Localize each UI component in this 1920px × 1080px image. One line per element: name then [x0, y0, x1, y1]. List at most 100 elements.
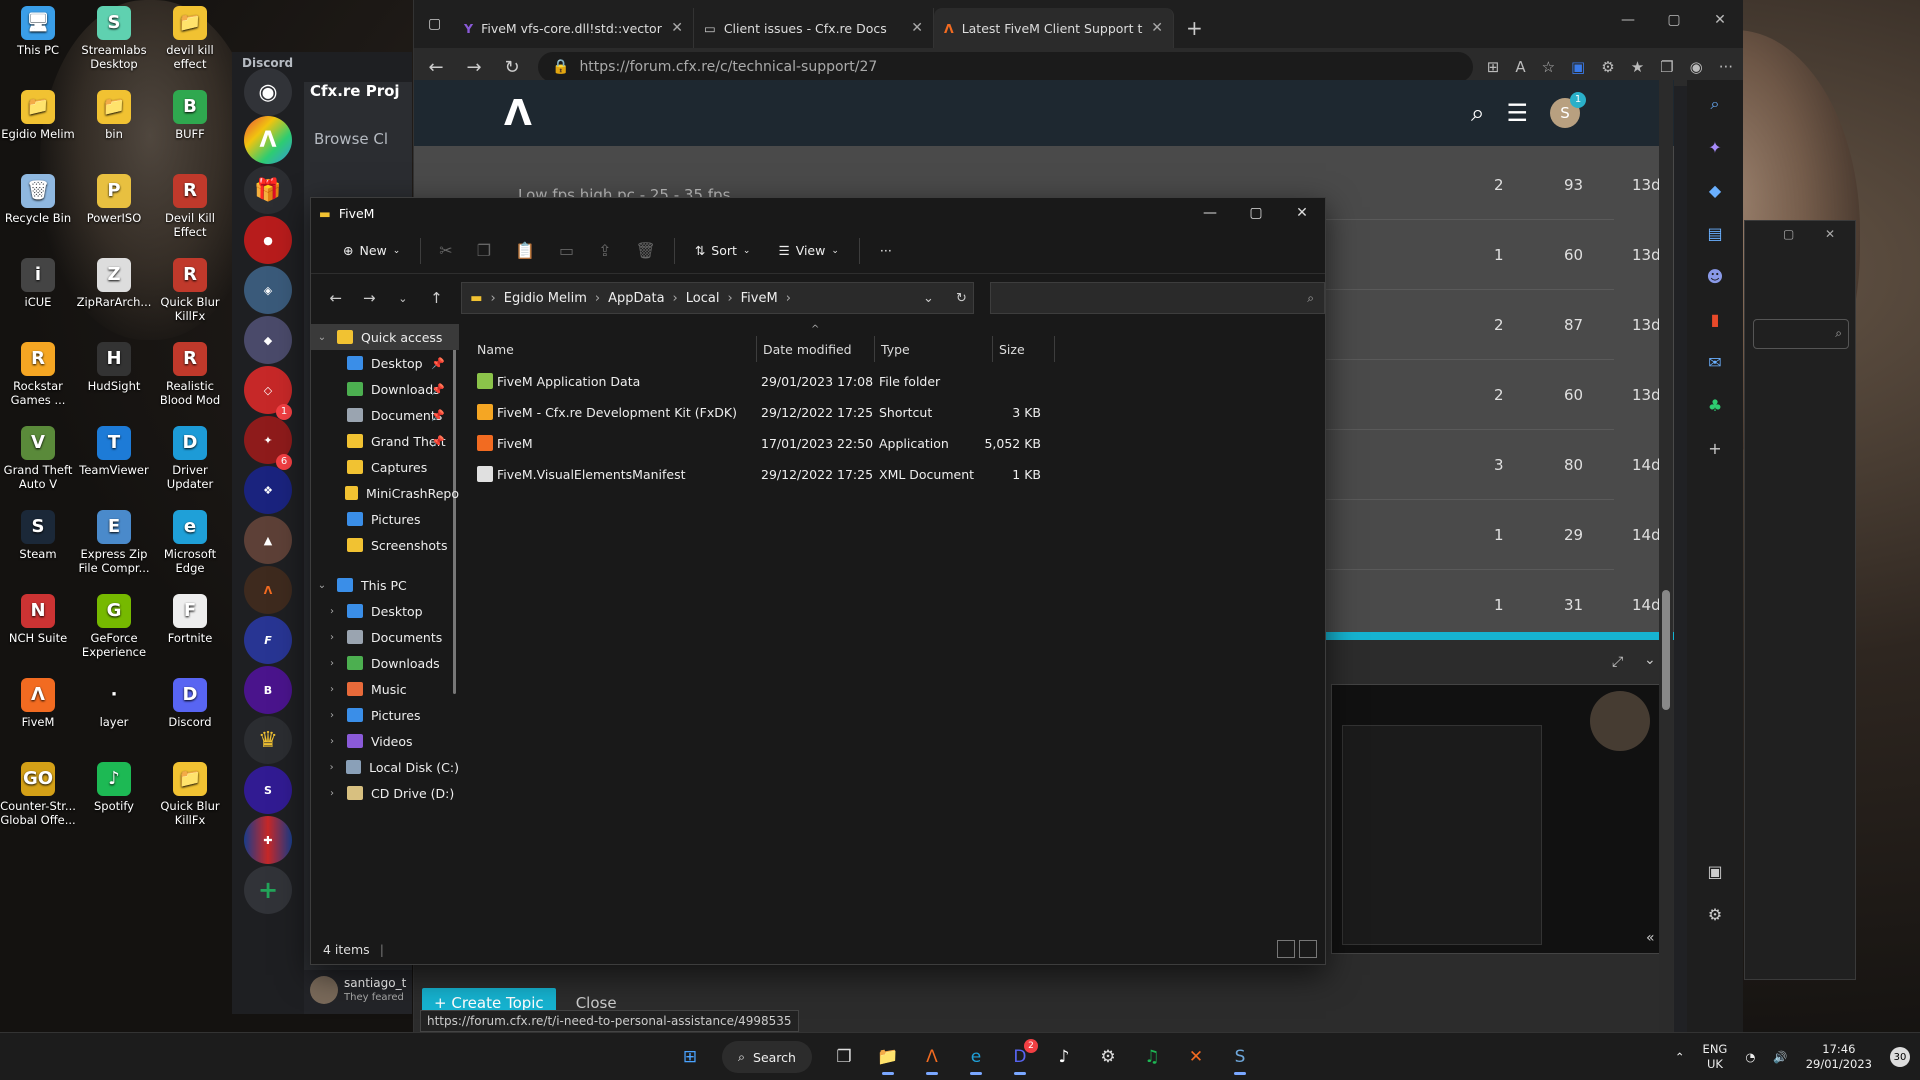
desktop-icon[interactable]: D Driver Updater — [152, 420, 228, 491]
desktop-icon[interactable]: R Devil Kill Effect — [152, 168, 228, 239]
history-chevron-icon[interactable]: ⌄ — [923, 291, 934, 306]
split-screen-icon[interactable]: ▣ — [1707, 862, 1722, 881]
taskbar-search[interactable]: ⌕ Search — [722, 1041, 812, 1073]
breadcrumb-0[interactable]: Egidio Melim — [504, 291, 587, 306]
desktop-icon[interactable]: H HudSight — [76, 336, 152, 393]
cfx-logo-icon[interactable]: Λ — [504, 93, 532, 134]
desktop-icon[interactable]: GO Counter-Str... Global Offe... — [0, 756, 76, 827]
volume-icon[interactable]: 🔊 — [1773, 1050, 1787, 1064]
nav-item[interactable]: Pictures — [311, 506, 459, 532]
chevron-icon[interactable]: › — [325, 606, 339, 617]
discord-server-fuzzy[interactable]: F — [244, 616, 292, 664]
taskbar-tiktok-icon[interactable]: ♪ — [1046, 1039, 1082, 1075]
discord-home-icon[interactable]: ◉ — [244, 68, 292, 116]
search-input[interactable]: ⌕ — [1753, 319, 1849, 349]
new-button[interactable]: ⊕ New ⌄ — [329, 235, 414, 267]
taskbar-steam-icon[interactable]: S — [1222, 1039, 1258, 1075]
nav-item[interactable]: › Downloads — [311, 650, 459, 676]
sort-button[interactable]: ⇅ Sort ⌄ — [681, 235, 765, 267]
desktop-icon[interactable]: S Steam — [0, 504, 76, 561]
chevron-icon[interactable]: › — [325, 684, 339, 695]
desktop-icon[interactable]: 🖥 This PC — [0, 0, 76, 57]
copy-icon[interactable]: ❐ — [465, 235, 503, 267]
discord-server-uk[interactable]: ✚ — [244, 816, 292, 864]
nav-item[interactable]: › Pictures — [311, 702, 459, 728]
menu-icon[interactable]: ··· — [1719, 58, 1733, 76]
close-icon[interactable]: ✕ — [911, 20, 923, 36]
nav-item[interactable]: › Local Disk (C:) — [311, 754, 459, 780]
chevron-icon[interactable]: ⌄ — [315, 332, 329, 343]
nav-item[interactable]: Screenshots — [311, 532, 459, 558]
chevron-icon[interactable]: › — [325, 762, 338, 773]
notification-badge[interactable]: 30 — [1890, 1047, 1910, 1067]
chevron-icon[interactable]: › — [325, 736, 339, 747]
discord-server-stellar[interactable]: S — [244, 766, 292, 814]
chevron-icon[interactable]: ⌄ — [315, 580, 329, 591]
desktop-icon[interactable]: i iCUE — [0, 252, 76, 309]
address-path[interactable]: ▬ › Egidio Melim › AppData › Local › Fiv… — [461, 282, 974, 314]
close-icon[interactable]: ✕ — [671, 20, 683, 36]
maximize-icon[interactable]: ▢ — [1651, 0, 1697, 40]
avatar[interactable]: S 1 — [1550, 92, 1586, 128]
back-icon[interactable]: ← — [321, 289, 351, 307]
breadcrumb-3[interactable]: FiveM — [741, 291, 778, 306]
desktop-icon[interactable]: Z ZipRarArch... — [76, 252, 152, 309]
file-row[interactable]: FiveM Application Data 29/01/2023 17:08 Fi… — [471, 368, 1041, 394]
nav-item[interactable]: › Desktop — [311, 598, 459, 624]
file-row[interactable]: FiveM 17/01/2023 22:50 Application 5,052 KB — [471, 430, 1041, 456]
file-row[interactable]: FiveM - Cfx.re Development Kit (FxDK) 29/… — [471, 399, 1041, 425]
paste-icon[interactable]: 📋 — [503, 235, 547, 267]
desktop-icon[interactable]: S Streamlabs Desktop — [76, 0, 152, 71]
tray-chevron-up-icon[interactable]: ⌃ — [1675, 1050, 1685, 1064]
discord-server-fivem[interactable]: Λ — [244, 566, 292, 614]
favorites-icon[interactable]: ★ — [1631, 58, 1644, 76]
desktop-icon[interactable]: 📁 bin — [76, 84, 152, 141]
file-row[interactable]: FiveM.VisualElementsManifest 29/12/2022 1… — [471, 461, 1041, 487]
nav-item[interactable]: › Documents — [311, 624, 459, 650]
nav-item[interactable]: Documents 📌 — [311, 402, 459, 428]
minimize-icon[interactable]: — — [1187, 198, 1233, 228]
discord-server-red[interactable]: ● — [244, 216, 292, 264]
more-button[interactable]: ··· — [866, 235, 906, 267]
briefcase-icon[interactable]: ▤ — [1707, 224, 1722, 243]
desktop-icon[interactable]: Λ FiveM — [0, 672, 76, 729]
cut-icon[interactable]: ✂ — [427, 235, 464, 267]
add-icon[interactable]: + — [1708, 439, 1721, 458]
nav-item[interactable]: MiniCrashRepo — [311, 480, 459, 506]
nav-item[interactable]: › Music — [311, 676, 459, 702]
wifi-icon[interactable]: ◔ — [1745, 1050, 1755, 1064]
desktop-icon[interactable]: G GeForce Experience — [76, 588, 152, 659]
discord-add-server-icon[interactable]: + — [244, 866, 292, 914]
avatar[interactable] — [310, 976, 338, 1004]
outlook-icon[interactable]: ✉ — [1708, 353, 1721, 372]
settings-icon[interactable]: ⚙ — [1708, 905, 1722, 924]
taskbar-task-view-icon[interactable]: ❐ — [826, 1039, 862, 1075]
nav-item[interactable]: Grand Theft 📌 — [311, 428, 459, 454]
desktop-icon[interactable]: R Rockstar Games ... — [0, 336, 76, 407]
taskbar-discord-icon[interactable]: D2 — [1002, 1039, 1038, 1075]
taskbar-file-explorer-icon[interactable]: 📁 — [870, 1039, 906, 1075]
desktop-icon[interactable]: E Express Zip File Compr... — [76, 504, 152, 575]
desktop-icon[interactable]: R Realistic Blood Mod — [152, 336, 228, 407]
hide-preview-icon[interactable]: « — [1646, 930, 1655, 946]
desktop-icon[interactable]: 📁 Egidio Melim — [0, 84, 76, 141]
browser-tab-3[interactable]: Λ Latest FiveM Client Support topi ✕ — [934, 8, 1174, 48]
chevron-icon[interactable]: › — [325, 658, 339, 669]
search-icon[interactable]: ⌕ — [1471, 99, 1484, 127]
office-icon[interactable]: ▮ — [1711, 310, 1720, 329]
taskbar-start-icon[interactable]: ⊞ — [672, 1039, 708, 1075]
desktop-icon[interactable]: e Microsoft Edge — [152, 504, 228, 575]
clock[interactable]: 17:46 29/01/2023 — [1806, 1042, 1872, 1072]
extensions-icon[interactable]: ⚙ — [1601, 58, 1614, 76]
nav-item[interactable]: ⌄ This PC — [311, 572, 459, 598]
discord-server-police[interactable]: ◈ — [244, 266, 292, 314]
language-indicator[interactable]: ENG UK — [1703, 1042, 1728, 1072]
discord-browse-channels[interactable]: Browse Cl — [314, 130, 388, 148]
browser-tab-2[interactable]: ▭ Client issues - Cfx.re Docs ✕ — [694, 8, 934, 48]
discord-server-crown-icon[interactable]: ♛ — [244, 716, 292, 764]
nav-item[interactable]: › Videos — [311, 728, 459, 754]
desktop-icon[interactable]: D Discord — [152, 672, 228, 729]
collapse-chevron-icon[interactable]: ⌄ — [1644, 652, 1656, 668]
nav-item[interactable]: › CD Drive (D:) — [311, 780, 459, 806]
nav-item[interactable]: Captures — [311, 454, 459, 480]
